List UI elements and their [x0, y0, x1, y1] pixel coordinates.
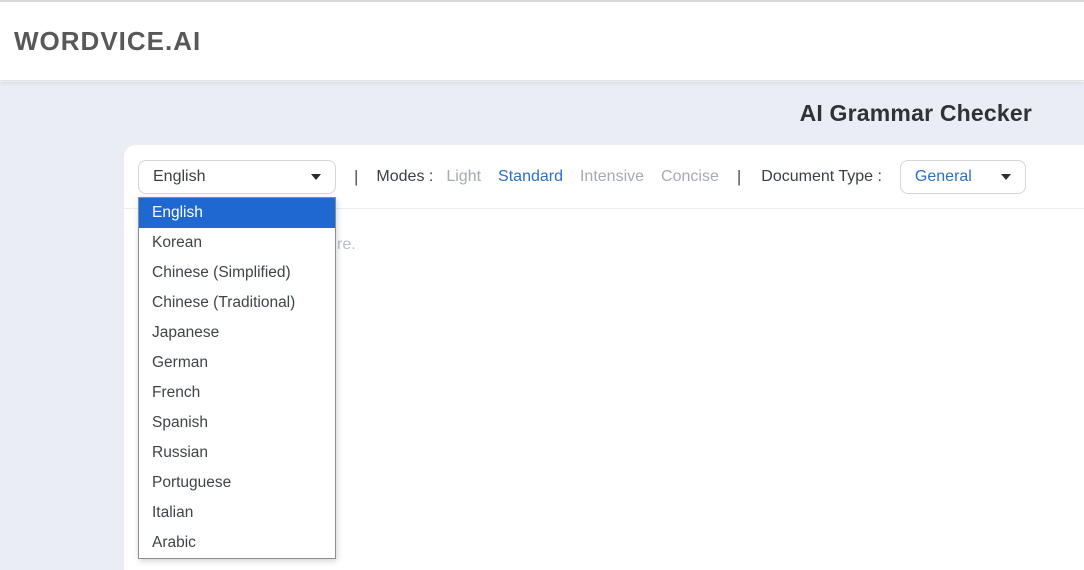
language-option-english[interactable]: English — [139, 198, 335, 228]
app-header: WORDVICE.AI — [0, 2, 1084, 81]
language-option-portuguese[interactable]: Portuguese — [139, 468, 335, 498]
modes-label: Modes : — [376, 168, 433, 186]
language-select-value: English — [153, 168, 205, 186]
chevron-down-icon — [311, 174, 321, 180]
document-type-select-value: General — [915, 168, 972, 186]
mode-concise[interactable]: Concise — [661, 168, 719, 186]
language-option-german[interactable]: German — [139, 348, 335, 378]
grammar-checker-panel: English | Modes : Light Standard Intensive… — [124, 145, 1084, 570]
separator: | — [354, 167, 358, 187]
page-background: AI Grammar Checker English | Modes : Lig… — [0, 82, 1084, 570]
language-option-japanese[interactable]: Japanese — [139, 318, 335, 348]
language-option-russian[interactable]: Russian — [139, 438, 335, 468]
language-dropdown: EnglishKoreanChinese (Simplified)Chinese… — [138, 197, 336, 559]
separator: | — [737, 167, 741, 187]
language-option-chinese-traditional[interactable]: Chinese (Traditional) — [139, 288, 335, 318]
language-option-french[interactable]: French — [139, 378, 335, 408]
language-option-korean[interactable]: Korean — [139, 228, 335, 258]
mode-standard[interactable]: Standard — [498, 168, 563, 186]
page-title: AI Grammar Checker — [800, 100, 1032, 127]
mode-intensive[interactable]: Intensive — [580, 168, 644, 186]
mode-light[interactable]: Light — [446, 168, 481, 186]
wordvice-logo[interactable]: WORDVICE.AI — [14, 26, 201, 57]
language-option-arabic[interactable]: Arabic — [139, 528, 335, 558]
document-type-label: Document Type : — [761, 168, 882, 186]
language-select[interactable]: English — [138, 160, 336, 194]
document-type-select[interactable]: General — [900, 160, 1026, 194]
modes-group: Light Standard Intensive Concise — [446, 168, 719, 186]
title-row: AI Grammar Checker — [0, 82, 1084, 145]
language-option-chinese-simplified[interactable]: Chinese (Simplified) — [139, 258, 335, 288]
chevron-down-icon — [1001, 174, 1011, 180]
language-option-italian[interactable]: Italian — [139, 498, 335, 528]
placeholder-text-fragment: re. — [337, 236, 356, 254]
language-option-spanish[interactable]: Spanish — [139, 408, 335, 438]
